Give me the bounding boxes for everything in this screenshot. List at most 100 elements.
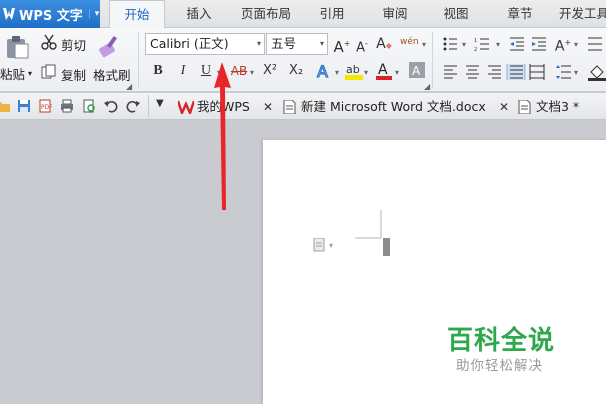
save-icon[interactable] bbox=[17, 99, 31, 113]
doc-tab-new-word[interactable]: 新建 Microsoft Word 文档.docx ✕ bbox=[283, 96, 513, 118]
increase-indent-icon bbox=[532, 37, 546, 51]
print-icon[interactable] bbox=[60, 99, 74, 113]
alignment-row bbox=[444, 64, 545, 80]
shrink-font-label: A bbox=[356, 40, 365, 56]
watermark-title: 百科全说 bbox=[447, 326, 556, 356]
tab-developer[interactable]: 开发工具 bbox=[556, 0, 606, 28]
copy-icon[interactable] bbox=[41, 64, 57, 80]
close-icon[interactable]: ✕ bbox=[263, 96, 273, 118]
svg-text:1: 1 bbox=[474, 38, 477, 44]
grow-font-label: A bbox=[333, 38, 344, 56]
cut-button[interactable]: 剪切 bbox=[61, 35, 86, 54]
text-cursor-marker bbox=[355, 210, 390, 256]
tab-references[interactable]: 引用 bbox=[312, 0, 352, 28]
group-separator bbox=[138, 32, 139, 88]
sort-icon[interactable] bbox=[588, 36, 606, 52]
font-case-button[interactable]: A+ bbox=[554, 33, 572, 55]
customize-dropdown-icon[interactable]: ▼ bbox=[156, 98, 164, 109]
shrink-font-button[interactable]: A- bbox=[353, 34, 371, 56]
app-name: WPS 文字 bbox=[19, 8, 83, 24]
highlight-icon[interactable]: ab bbox=[345, 61, 363, 81]
document-icon bbox=[518, 100, 531, 114]
group-separator bbox=[432, 32, 433, 88]
clear-format-button[interactable]: A◆ bbox=[375, 34, 393, 54]
italic-button[interactable]: I bbox=[174, 61, 192, 81]
tab-page-layout[interactable]: 页面布局 bbox=[236, 0, 296, 28]
font-launcher-icon[interactable]: ◢ bbox=[424, 82, 430, 91]
chevron-down-icon[interactable]: ▾ bbox=[462, 40, 466, 49]
strikethrough-dropdown-icon[interactable]: ▾ bbox=[250, 68, 254, 77]
svg-text:ab: ab bbox=[346, 63, 360, 76]
chevron-down-icon[interactable]: ▾ bbox=[257, 34, 261, 54]
paste-label: 粘贴 bbox=[0, 67, 26, 82]
chevron-down-icon[interactable]: ▾ bbox=[496, 40, 500, 49]
clear-format-label: A bbox=[376, 36, 386, 52]
chevron-down-icon[interactable]: ▾ bbox=[88, 9, 99, 19]
paste-button[interactable]: 粘贴 ▾ bbox=[0, 64, 32, 83]
bold-button[interactable]: B bbox=[149, 61, 167, 81]
document-icon bbox=[283, 100, 296, 114]
format-painter-button[interactable]: 格式刷 bbox=[93, 65, 131, 84]
document-page[interactable]: ▾ 百科全说 助你轻松解决 bbox=[263, 140, 606, 404]
ribbon-home: 粘贴 ▾ 剪切 复制 格式刷 ◢ Calibri (正文) ▾ 五号 ▾ A+ … bbox=[0, 28, 606, 92]
text-effect-dropdown-icon[interactable]: ▾ bbox=[335, 68, 339, 77]
distributed-icon bbox=[529, 64, 545, 80]
open-folder-icon[interactable] bbox=[0, 99, 10, 113]
wps-logo-icon bbox=[3, 8, 15, 20]
text-effect-icon[interactable]: A bbox=[315, 62, 333, 80]
tab-view[interactable]: 视图 bbox=[436, 0, 476, 28]
align-right-icon bbox=[488, 65, 501, 79]
font-size-select[interactable]: 五号 ▾ bbox=[266, 33, 328, 55]
font-family-value: Calibri (正文) bbox=[150, 36, 229, 51]
copy-button[interactable]: 复制 bbox=[61, 65, 86, 84]
undo-icon[interactable] bbox=[104, 99, 118, 113]
paste-options-icon[interactable]: ▾ bbox=[313, 238, 343, 252]
font-color-icon[interactable]: A bbox=[375, 61, 393, 81]
svg-text:PDF: PDF bbox=[41, 104, 52, 111]
paste-icon[interactable] bbox=[4, 34, 30, 60]
clipboard-launcher-icon[interactable]: ◢ bbox=[126, 82, 132, 91]
tab-review[interactable]: 审阅 bbox=[372, 0, 418, 28]
character-shading-icon[interactable]: A bbox=[409, 62, 425, 78]
scissors-icon[interactable] bbox=[41, 34, 57, 50]
bullet-list-icon bbox=[443, 37, 457, 51]
align-left-icon bbox=[444, 65, 457, 79]
line-spacing-icon[interactable] bbox=[556, 64, 572, 80]
doc-tab-label: 文档3 * bbox=[536, 99, 580, 114]
wps-w-icon bbox=[178, 100, 194, 114]
shading-icon[interactable] bbox=[588, 63, 606, 81]
tab-chapter[interactable]: 章节 bbox=[498, 0, 542, 28]
font-color-dropdown-icon[interactable]: ▾ bbox=[395, 68, 399, 77]
app-menu-button[interactable]: WPS 文字 ▾ bbox=[0, 0, 100, 28]
svg-text:A: A bbox=[378, 62, 388, 78]
doc-tab-label: 新建 Microsoft Word 文档.docx bbox=[301, 99, 486, 114]
format-painter-icon[interactable] bbox=[96, 33, 122, 59]
superscript-button[interactable]: X² bbox=[260, 61, 280, 81]
subscript-button[interactable]: X₂ bbox=[286, 61, 306, 81]
tab-home[interactable]: 开始 bbox=[109, 0, 165, 29]
svg-text:▾: ▾ bbox=[329, 241, 333, 250]
paste-dropdown-icon[interactable]: ▾ bbox=[28, 69, 32, 78]
chevron-down-icon[interactable]: ▾ bbox=[574, 40, 578, 49]
annotation-arrow-icon bbox=[214, 62, 231, 210]
redo-icon[interactable] bbox=[126, 99, 140, 113]
chevron-down-icon[interactable]: ▾ bbox=[320, 34, 324, 54]
watermark-subtitle: 助你轻松解决 bbox=[456, 358, 543, 374]
numbered-list-icon: 12 bbox=[474, 38, 489, 52]
highlight-dropdown-icon[interactable]: ▾ bbox=[364, 68, 368, 77]
grow-font-button[interactable]: A+ bbox=[333, 34, 351, 56]
svg-text:2: 2 bbox=[474, 47, 477, 52]
chevron-down-icon[interactable]: ▾ bbox=[422, 40, 426, 49]
doc-tab-document3[interactable]: 文档3 * bbox=[518, 96, 606, 118]
print-preview-icon[interactable] bbox=[82, 99, 96, 113]
font-family-select[interactable]: Calibri (正文) ▾ bbox=[145, 33, 265, 55]
font-size-value: 五号 bbox=[271, 36, 297, 51]
tab-insert[interactable]: 插入 bbox=[176, 0, 222, 28]
close-icon[interactable]: ✕ bbox=[499, 96, 509, 118]
quick-access-toolbar: PDF ▼ 我的WPS ✕ 新建 Microsoft Word 文档.docx … bbox=[0, 93, 606, 120]
chevron-down-icon[interactable]: ▾ bbox=[574, 68, 578, 77]
phonetic-guide-button[interactable]: wén bbox=[400, 32, 419, 52]
decrease-indent-icon bbox=[510, 37, 524, 51]
menu-bar: WPS 文字 ▾ 开始 插入 页面布局 引用 审阅 视图 章节 开发工具 bbox=[0, 0, 606, 29]
export-pdf-icon[interactable]: PDF bbox=[38, 99, 52, 113]
